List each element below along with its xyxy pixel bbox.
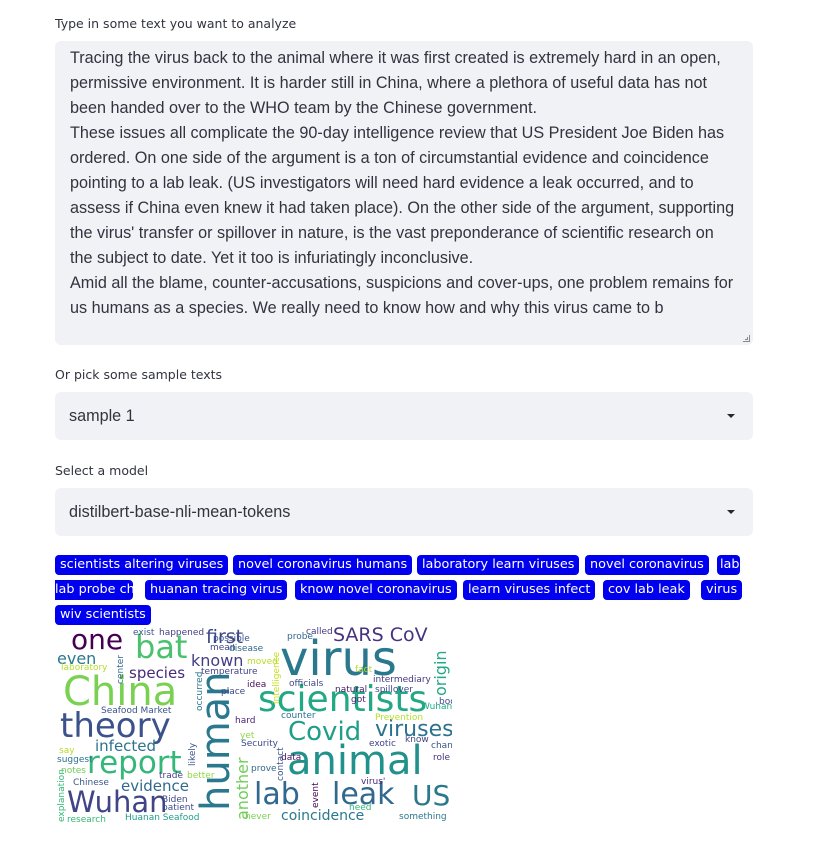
- cloud-word: body: [439, 697, 452, 707]
- keyword-tag: wiv scientists: [55, 605, 151, 625]
- cloud-word: place: [221, 687, 246, 697]
- cloud-word: Covid: [288, 717, 362, 747]
- cloud-word: exist: [133, 628, 155, 638]
- cloud-word: Seafood Market: [101, 706, 172, 716]
- cloud-word: lab: [254, 777, 300, 812]
- cloud-word: event: [311, 782, 321, 808]
- keyword-tag: cov lab leak: [603, 580, 690, 600]
- keyword-tag: huanan tracing virus: [145, 580, 288, 600]
- text-input[interactable]: Tracing the virus back to the animal whe…: [55, 41, 753, 345]
- cloud-word: better: [187, 771, 215, 781]
- keyword-tag: lab probe china: [717, 555, 740, 575]
- cloud-word: idea: [247, 680, 267, 690]
- cloud-word: got: [351, 695, 366, 705]
- text-input-label: Type in some text you want to analyze: [55, 16, 297, 31]
- cloud-word: spillover: [375, 685, 413, 695]
- keyword-tags: scientists altering viruses novel corona…: [55, 555, 755, 625]
- model-select-value: distilbert-base-nli-mean-tokens: [69, 502, 291, 521]
- sample-select[interactable]: sample 1: [55, 392, 753, 440]
- keyword-tag: know novel coronavirus: [295, 580, 457, 600]
- chevron-down-icon[interactable]: [727, 510, 735, 514]
- cloud-word: likely: [188, 742, 198, 766]
- cloud-word: happened: [159, 628, 205, 638]
- cloud-word: US: [412, 779, 451, 812]
- cloud-word: called: [306, 627, 333, 637]
- model-select-label: Select a model: [55, 463, 149, 478]
- cloud-word: suggest: [57, 755, 93, 765]
- cloud-word: explanation: [57, 769, 67, 822]
- cloud-word: research: [67, 815, 106, 825]
- cloud-word: occurred: [195, 671, 205, 711]
- cloud-word: moved: [247, 657, 278, 667]
- cloud-word: know: [405, 735, 429, 745]
- keyword-tag: virus: [701, 580, 743, 600]
- cloud-word: animal: [287, 738, 423, 784]
- cloud-word: center: [116, 655, 126, 684]
- sample-select-label: Or pick some sample texts: [55, 367, 223, 382]
- cloud-word: patient: [162, 803, 195, 813]
- cloud-word: never: [245, 812, 271, 822]
- cloud-word: species: [129, 664, 186, 682]
- cloud-word: officials: [289, 679, 324, 689]
- cloud-word: another: [233, 757, 252, 820]
- keyword-tag: scientists altering viruses: [55, 555, 229, 575]
- cloud-word: natural: [335, 685, 368, 695]
- cloud-word: infected: [95, 737, 157, 755]
- keyword-tag-continued: lab probe china: [55, 580, 133, 600]
- cloud-word: counter: [281, 711, 316, 721]
- cloud-word: laboratory: [61, 663, 108, 673]
- cloud-word: Chinese: [73, 778, 109, 788]
- sample-select-value: sample 1: [69, 406, 135, 425]
- cloud-word: need: [349, 803, 372, 813]
- cloud-word: mean: [210, 643, 236, 653]
- cloud-word: Security: [241, 739, 278, 749]
- cloud-word: SARS CoV: [333, 626, 428, 646]
- keyword-tag: learn viruses infect: [463, 580, 596, 600]
- cloud-word: trade: [159, 771, 183, 781]
- cloud-word: evidence: [121, 777, 190, 795]
- chevron-down-icon[interactable]: [727, 414, 735, 418]
- cloud-word: Prevention: [375, 713, 424, 723]
- cloud-word: hard: [235, 716, 256, 726]
- cloud-word: something: [399, 812, 447, 822]
- model-select[interactable]: distilbert-base-nli-mean-tokens: [55, 488, 753, 536]
- cloud-word: origin: [431, 650, 450, 696]
- cloud-word: data: [281, 753, 302, 763]
- cloud-word: role: [433, 753, 451, 763]
- cloud-word: temperature: [201, 667, 258, 677]
- cloud-word: exotic: [369, 739, 396, 749]
- keyword-tag: laboratory learn viruses: [417, 555, 580, 575]
- keyword-tag: novel coronavirus humans: [233, 555, 413, 575]
- keyword-tag: novel coronavirus: [585, 555, 709, 575]
- cloud-word: virus': [361, 777, 386, 787]
- cloud-word: prove: [251, 764, 277, 774]
- cloud-word: Huanan Seafood: [125, 813, 200, 823]
- cloud-word: intermediary: [373, 675, 431, 685]
- word-cloud: virus China scientists theory animal hum…: [55, 626, 452, 826]
- cloud-word: change: [431, 741, 452, 751]
- cloud-word: fact: [355, 665, 373, 675]
